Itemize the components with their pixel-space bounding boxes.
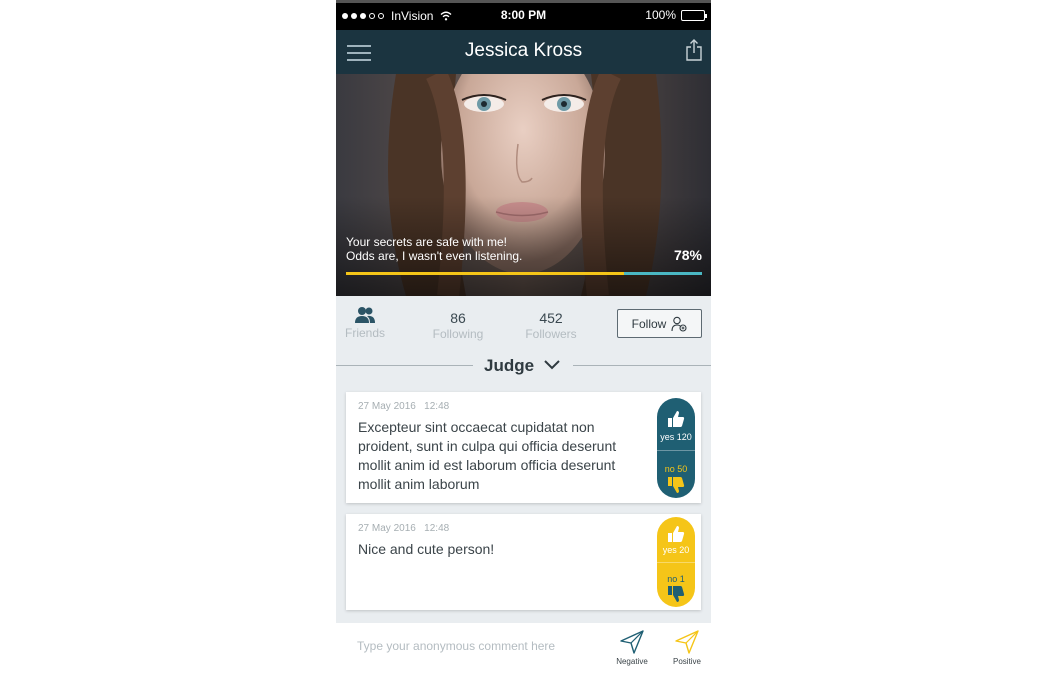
comment-timestamp: 27 May 2016 12:48 [358, 401, 449, 412]
send-negative-label: Negative [616, 657, 648, 666]
vote-divider [657, 562, 695, 563]
thumbs-up-icon[interactable] [667, 525, 685, 543]
comment-text: Excepteur sint occaecat cupidatat non pr… [358, 419, 617, 492]
status-bar: InVision 8:00 PM 100% [336, 0, 711, 30]
yes-count: yes 20 [662, 545, 690, 555]
battery-group: 100% [645, 8, 707, 22]
friends-tab[interactable]: Friends [345, 306, 385, 340]
vote-pill: yes 120 no 50 [657, 398, 695, 498]
paper-plane-icon [675, 630, 699, 654]
score-percent: 78% [673, 247, 702, 263]
profile-stats: Friends 86 Following 452 Followers Follo… [336, 296, 711, 350]
send-negative-button[interactable]: Negative [612, 629, 652, 666]
comment-card: 27 May 2016 12:48 Excepteur sint occaeca… [346, 392, 701, 503]
thumbs-up-icon[interactable] [667, 410, 685, 428]
thumbs-down-icon[interactable] [667, 476, 685, 494]
followers-label: Followers [525, 327, 577, 341]
friends-icon [355, 307, 375, 323]
followers-stat[interactable]: 452 Followers [519, 310, 583, 341]
page-title: Jessica Kross [464, 40, 583, 61]
vote-pill: yes 20 no 1 [657, 517, 695, 607]
comment-time: 12:48 [424, 523, 450, 534]
friends-label: Friends [345, 326, 386, 340]
app-header: Jessica Kross [336, 30, 711, 74]
share-icon[interactable] [685, 39, 703, 61]
following-count: 86 [450, 310, 466, 326]
score-progress-fill [346, 272, 624, 275]
divider-line [573, 365, 711, 366]
following-label: Following [432, 327, 484, 341]
send-positive-button[interactable]: Positive [667, 629, 707, 666]
vote-divider [657, 450, 695, 451]
battery-icon [681, 9, 707, 21]
profile-bio-line1: Your secrets are safe with me! [346, 235, 507, 249]
no-count: no 50 [664, 464, 688, 474]
status-bar-edge [336, 0, 711, 3]
profile-hero: Your secrets are safe with me! Odds are,… [336, 74, 711, 296]
add-user-icon [671, 316, 687, 332]
comment-date: 27 May 2016 [358, 523, 416, 534]
comment-timestamp: 27 May 2016 12:48 [358, 523, 449, 534]
comment-input[interactable] [348, 633, 603, 659]
follow-button-label: Follow [631, 316, 667, 331]
profile-bio-line2: Odds are, I wasn't even listening. [346, 249, 523, 263]
following-stat[interactable]: 86 Following [428, 310, 488, 341]
no-count: no 1 [667, 574, 685, 584]
comment-card: 27 May 2016 12:48 Nice and cute person! … [346, 514, 701, 610]
yes-count: yes 120 [660, 432, 692, 442]
phone-screen: InVision 8:00 PM 100% Jessica Kross Your… [336, 0, 711, 673]
score-progress-bar [346, 272, 702, 275]
judge-label: Judge [484, 356, 535, 375]
thumbs-down-icon[interactable] [667, 585, 685, 603]
paper-plane-icon [620, 630, 644, 654]
comment-time: 12:48 [424, 401, 450, 412]
comment-text: Nice and cute person! [358, 541, 495, 557]
judge-section-header[interactable]: Judge [336, 350, 711, 380]
send-positive-label: Positive [672, 657, 701, 666]
comment-composer: Negative Positive [336, 623, 711, 673]
battery-percent: 100% [645, 8, 676, 22]
chevron-down-icon[interactable] [543, 359, 561, 371]
comment-date: 27 May 2016 [358, 401, 416, 412]
follow-button[interactable]: Follow [617, 309, 702, 338]
followers-count: 452 [539, 310, 563, 326]
divider-line [336, 365, 473, 366]
